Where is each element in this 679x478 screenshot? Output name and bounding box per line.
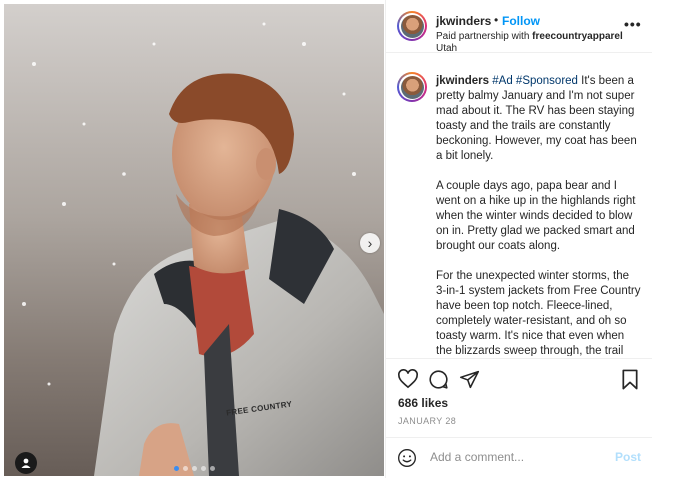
bookmark-icon[interactable] — [621, 369, 639, 390]
caption-username[interactable]: jkwinders — [436, 75, 489, 87]
carousel-dot — [183, 466, 188, 471]
carousel-dot — [192, 466, 197, 471]
avatar[interactable] — [397, 11, 427, 41]
next-photo-button[interactable]: › — [360, 233, 380, 253]
comment-input[interactable] — [428, 449, 612, 465]
post-comment-button[interactable]: Post — [615, 450, 641, 464]
carousel-indicator — [174, 466, 215, 471]
comment-bar: Post — [386, 437, 652, 478]
caption-hashtags[interactable]: #Ad #Sponsored — [492, 75, 578, 87]
caption-text: jkwinders #Ad #Sponsored It's been a pre… — [436, 74, 642, 356]
caption-paragraph-2: A couple days ago, papa bear and I went … — [436, 180, 636, 252]
photo-illustration — [4, 4, 384, 476]
partnership-prefix: Paid partnership with — [436, 31, 533, 42]
caption-avatar[interactable] — [397, 72, 427, 102]
instagram-post: FREE COUNTRY › jkwinders • Follow Paid p… — [0, 0, 679, 478]
carousel-dot — [210, 466, 215, 471]
user-tag-icon — [21, 458, 31, 468]
likes-count[interactable]: 686 likes — [398, 396, 448, 410]
carousel-dot — [201, 466, 206, 471]
header-username[interactable]: jkwinders — [436, 14, 491, 28]
tagged-users-button[interactable] — [15, 452, 37, 474]
location-link[interactable]: Utah — [436, 43, 457, 54]
paid-partnership-label: Paid partnership with freecountryapparel — [436, 31, 623, 42]
follow-button[interactable]: Follow — [502, 14, 540, 28]
share-icon[interactable] — [459, 369, 480, 390]
caption-paragraph-1: It's been a pretty balmy January and I'm… — [436, 75, 637, 162]
header-separator: • — [494, 13, 499, 27]
post-photo[interactable]: FREE COUNTRY › — [4, 4, 384, 476]
caption-scroll-area[interactable]: jkwinders #Ad #Sponsored It's been a pre… — [386, 64, 652, 356]
partner-link[interactable]: freecountryapparel — [532, 31, 623, 42]
emoji-icon[interactable] — [397, 448, 417, 468]
caption-paragraph-3: For the unexpected winter storms, the 3-… — [436, 270, 641, 356]
post-date[interactable]: JANUARY 28 — [398, 416, 456, 426]
comment-icon[interactable] — [428, 369, 449, 390]
carousel-dot — [174, 466, 179, 471]
post-header: jkwinders • Follow Paid partnership with… — [386, 0, 652, 54]
post-side-panel: jkwinders • Follow Paid partnership with… — [386, 0, 652, 478]
more-horizontal-icon[interactable]: ••• — [624, 16, 642, 32]
heart-icon[interactable] — [397, 369, 419, 389]
chevron-right-icon: › — [367, 235, 373, 251]
